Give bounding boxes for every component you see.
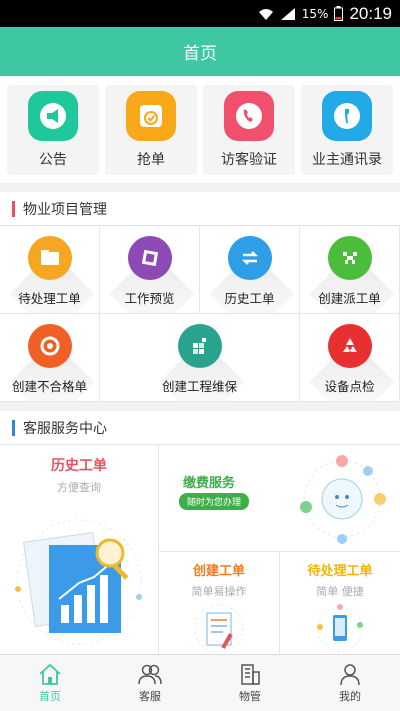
- section-title: 物业项目管理: [23, 201, 107, 218]
- grid-item-equipment-inspection[interactable]: 设备点检: [300, 314, 400, 402]
- bottom-tab-bar: 首页 客服 物管 我的: [0, 654, 400, 711]
- title-bar: 首页: [0, 27, 400, 76]
- signal-icon: [280, 7, 295, 20]
- tab-property-management[interactable]: 物管: [200, 655, 300, 711]
- cube-icon: [177, 324, 222, 368]
- wrench-icon: [322, 90, 372, 141]
- quick-action-label: 业主通讯录: [312, 151, 382, 168]
- service-card-payment[interactable]: 缴费服务 随时为您办理: [159, 445, 400, 552]
- tab-mine[interactable]: 我的: [300, 655, 400, 711]
- building-icon: [241, 664, 260, 685]
- service-card-history[interactable]: 历史工单 方便查询: [0, 445, 159, 658]
- grid-item-label: 历史工单: [224, 291, 275, 306]
- quick-action-label: 访客验证: [221, 151, 277, 168]
- service-card-title: 缴费服务: [183, 476, 236, 491]
- quick-action-label: 抢单: [137, 151, 165, 168]
- customer-service-illustration: [300, 455, 386, 544]
- clipboard-illustration: [194, 604, 244, 654]
- quick-action-announcement[interactable]: 公告: [7, 84, 99, 175]
- preview-icon: [127, 236, 172, 280]
- service-card-title: 创建工单: [192, 564, 245, 579]
- property-grid: 待处理工单 工作预览 历史工单 创建派工单 创建不合格单 创建工程维保 设备点检: [0, 226, 400, 402]
- order-grab-icon: [126, 90, 176, 141]
- grid-item-label: 创建不合格单: [11, 379, 87, 394]
- grid-item-create-maintenance[interactable]: 创建工程维保: [100, 314, 300, 402]
- section-header-property: 物业项目管理: [0, 192, 400, 226]
- grid-item-create-dispatch[interactable]: 创建派工单: [300, 226, 400, 314]
- exchange-icon: [227, 236, 272, 280]
- grid-item-create-nonconformity[interactable]: 创建不合格单: [0, 314, 100, 402]
- battery-percent: 15%: [301, 6, 329, 21]
- service-card-title: 待处理工单: [307, 564, 373, 579]
- phone-icon: [224, 90, 274, 141]
- page-title: 首页: [183, 44, 217, 64]
- grid-item-label: 设备点检: [324, 379, 375, 394]
- service-card-subtitle: 方便查询: [57, 481, 101, 494]
- tab-home[interactable]: 首页: [0, 655, 100, 711]
- grid-item-label: 创建工程维保: [161, 379, 237, 394]
- section-title: 客服服务中心: [23, 420, 107, 437]
- chart-document-illustration: [15, 519, 142, 645]
- quick-actions: 公告 抢单 访客验证 业主通讯录: [0, 76, 400, 183]
- folder-icon: [27, 236, 72, 280]
- quick-action-visitor-verify[interactable]: 访客验证: [203, 84, 295, 175]
- service-card-pending[interactable]: 待处理工单 简单 便捷: [280, 552, 400, 658]
- user-icon: [340, 664, 360, 686]
- quick-action-owner-contacts[interactable]: 业主通讯录: [301, 84, 393, 175]
- battery-icon: [334, 6, 344, 21]
- payment-badge: 随时为您办理: [179, 493, 250, 510]
- grid-item-pending-orders[interactable]: 待处理工单: [0, 226, 100, 314]
- grid-item-history-orders[interactable]: 历史工单: [200, 226, 300, 314]
- grid-item-label: 待处理工单: [18, 291, 81, 306]
- tab-label: 首页: [39, 690, 61, 703]
- megaphone-icon: [28, 90, 78, 141]
- grid-item-label: 工作预览: [124, 291, 175, 306]
- creeper-icon: [327, 236, 372, 280]
- status-bar: 15% 20:19: [0, 0, 400, 27]
- section-header-service: 客服服务中心: [0, 411, 400, 445]
- mobile-illustration: [317, 604, 363, 652]
- service-card-subtitle: 简单 便捷: [316, 585, 364, 598]
- service-card-subtitle: 简单易操作: [191, 585, 247, 598]
- tab-label: 物管: [239, 690, 261, 703]
- tab-label: 我的: [339, 690, 361, 703]
- status-time: 20:19: [349, 3, 392, 23]
- section-accent-bar: [12, 419, 15, 436]
- section-accent-bar: [12, 200, 15, 217]
- tab-label: 客服: [139, 690, 161, 703]
- tab-customer-service[interactable]: 客服: [100, 655, 200, 711]
- service-card-title: 历史工单: [51, 458, 107, 474]
- target-icon: [27, 324, 72, 368]
- grid-item-work-preview[interactable]: 工作预览: [100, 226, 200, 314]
- people-icon: [138, 664, 162, 685]
- quick-action-label: 公告: [39, 151, 67, 168]
- service-panel: 历史工单 方便查询 缴费服务 随时为您办理 创建工单 简单易操作 待处理工单 简…: [0, 445, 400, 659]
- quick-action-grab-order[interactable]: 抢单: [105, 84, 197, 175]
- recycle-icon: [327, 324, 372, 368]
- home-icon: [39, 663, 61, 685]
- grid-item-label: 创建派工单: [318, 291, 381, 306]
- wifi-icon: [258, 8, 273, 20]
- service-card-create[interactable]: 创建工单 简单易操作: [159, 552, 280, 658]
